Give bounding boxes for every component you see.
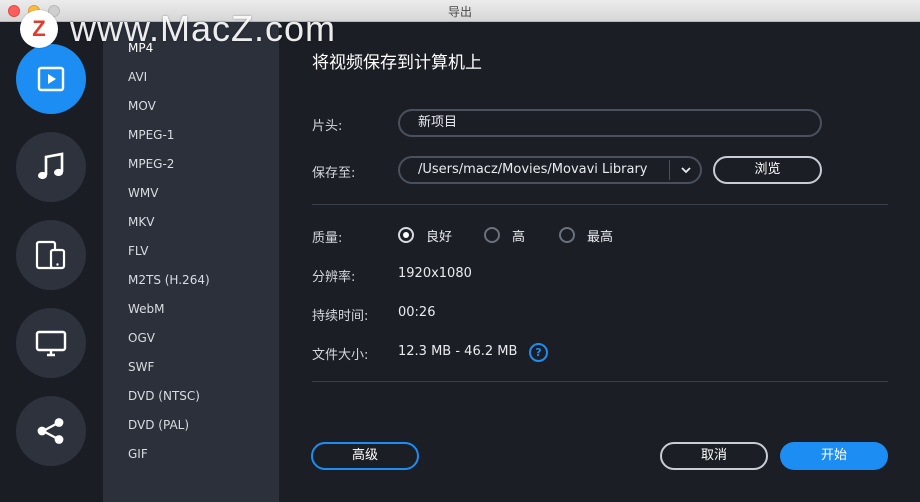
rail-share-button[interactable] — [16, 396, 86, 466]
quality-good-radio[interactable]: 良好 — [398, 226, 453, 245]
format-item-mov[interactable]: MOV — [103, 92, 279, 121]
select-separator — [669, 160, 670, 180]
quality-label: 质量: — [312, 231, 343, 246]
format-item-avi[interactable]: AVI — [103, 63, 279, 92]
format-item-gif[interactable]: GIF — [103, 440, 279, 469]
title-input[interactable]: 新项目 — [398, 109, 822, 137]
rail-devices-button[interactable] — [16, 220, 86, 290]
format-item-dvd-ntsc[interactable]: DVD (NTSC) — [103, 382, 279, 411]
quality-high-radio[interactable]: 高 — [484, 226, 526, 245]
format-item-ogv[interactable]: OGV — [103, 324, 279, 353]
format-item-flv[interactable]: FLV — [103, 237, 279, 266]
resolution-value: 1920x1080 — [398, 266, 472, 281]
chevron-down-icon — [681, 167, 691, 174]
format-item-mpeg1[interactable]: MPEG-1 — [103, 121, 279, 150]
page-title: 将视频保存到计算机上 — [312, 53, 482, 73]
file-size-label: 文件大小: — [312, 348, 369, 363]
devices-icon — [35, 240, 66, 270]
category-rail — [0, 22, 103, 502]
format-item-mpeg2[interactable]: MPEG-2 — [103, 150, 279, 179]
monitor-icon — [35, 330, 67, 357]
rail-tv-button[interactable] — [16, 308, 86, 378]
export-settings-pane: 将视频保存到计算机上 片头: 新项目 保存至: /Users/macz/Movi… — [279, 22, 920, 502]
save-path-value: /Users/macz/Movies/Movavi Library — [418, 162, 648, 177]
play-icon — [37, 66, 65, 92]
duration-label: 持续时间: — [312, 309, 369, 324]
quality-high-label: 高 — [512, 229, 526, 245]
radio-indicator — [398, 227, 414, 243]
music-note-icon — [38, 152, 64, 180]
browse-button[interactable]: 浏览 — [713, 156, 822, 184]
advanced-button[interactable]: 高级 — [311, 442, 419, 470]
file-size-value: 12.3 MB - 46.2 MB — [398, 344, 518, 359]
divider — [312, 204, 888, 205]
share-icon — [37, 418, 64, 444]
format-item-webm[interactable]: WebM — [103, 295, 279, 324]
save-to-label: 保存至: — [312, 166, 356, 181]
duration-value: 00:26 — [398, 305, 436, 320]
quality-highest-label: 最高 — [587, 229, 614, 245]
quality-highest-radio[interactable]: 最高 — [559, 226, 614, 245]
resolution-label: 分辨率: — [312, 270, 356, 285]
watermark-text: www.MacZ.com — [70, 8, 337, 49]
radio-indicator — [484, 227, 500, 243]
rail-audio-button[interactable] — [16, 132, 86, 202]
help-icon[interactable]: ? — [529, 343, 548, 362]
rail-video-button[interactable] — [16, 44, 86, 114]
format-item-swf[interactable]: SWF — [103, 353, 279, 382]
format-item-wmv[interactable]: WMV — [103, 179, 279, 208]
save-path-select[interactable]: /Users/macz/Movies/Movavi Library — [398, 156, 702, 184]
format-list: MP4 AVI MOV MPEG-1 MPEG-2 WMV MKV FLV M2… — [103, 22, 279, 502]
title-label: 片头: — [312, 119, 343, 134]
radio-indicator — [559, 227, 575, 243]
cancel-button[interactable]: 取消 — [660, 442, 768, 470]
quality-good-label: 良好 — [426, 229, 453, 245]
format-item-m2ts[interactable]: M2TS (H.264) — [103, 266, 279, 295]
format-item-dvd-pal[interactable]: DVD (PAL) — [103, 411, 279, 440]
format-item-mkv[interactable]: MKV — [103, 208, 279, 237]
start-button[interactable]: 开始 — [780, 442, 888, 470]
watermark-logo: Z — [20, 10, 58, 48]
divider — [312, 381, 888, 382]
